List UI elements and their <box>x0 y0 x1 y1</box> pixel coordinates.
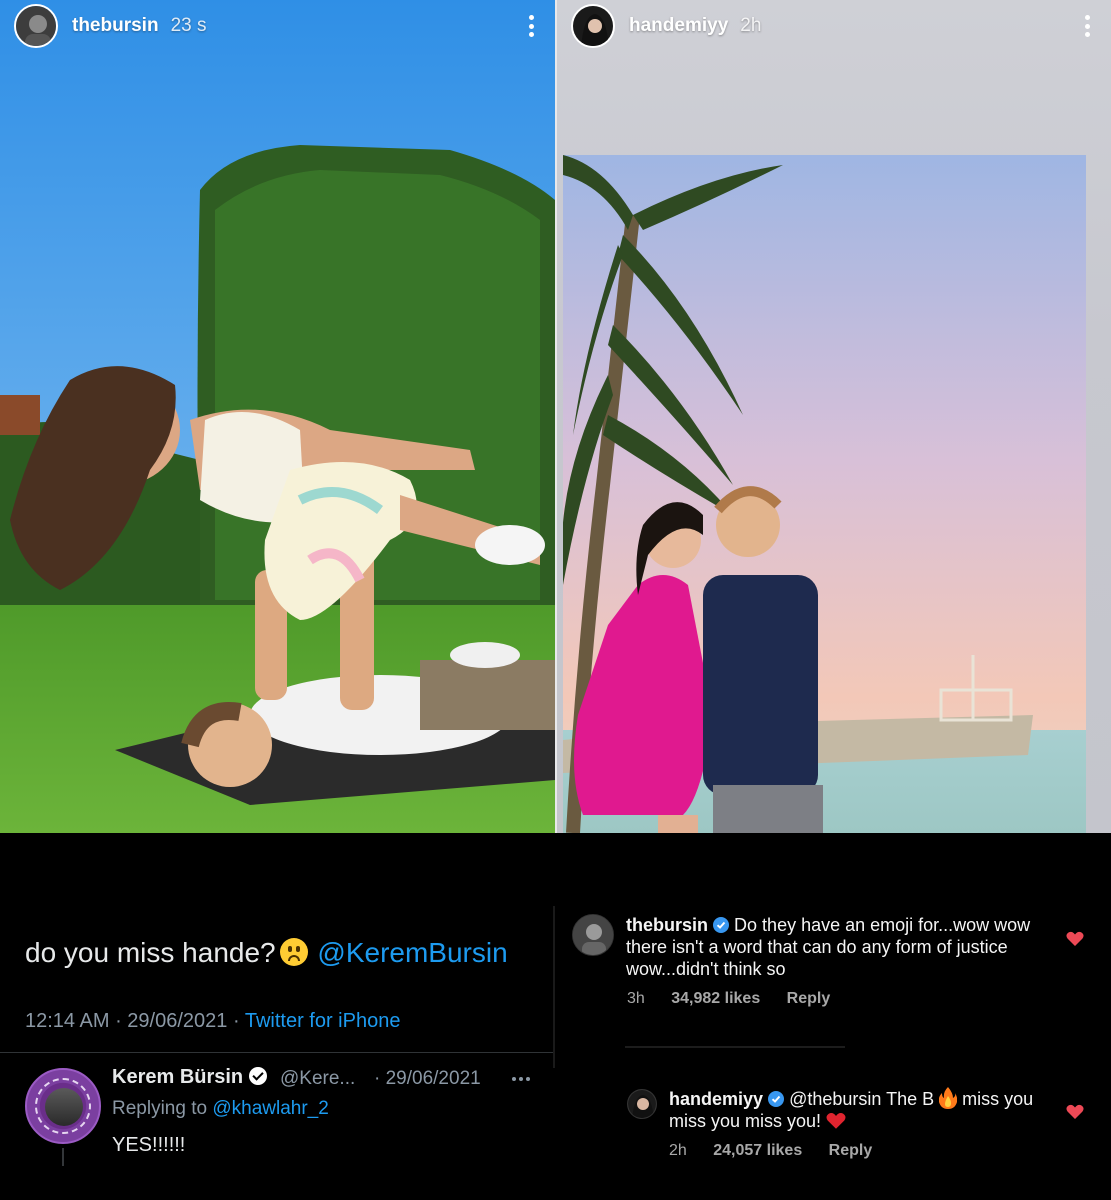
frowning-face-icon <box>279 938 308 966</box>
verified-badge-icon <box>768 1091 785 1107</box>
avatar[interactable] <box>572 914 614 956</box>
comment-likes[interactable]: 24,057 likes <box>713 1142 802 1159</box>
reply-body: YES!!!!!! <box>112 1134 186 1156</box>
story-username[interactable]: handemiyy <box>629 15 728 37</box>
story-timestamp: 2h <box>740 15 762 36</box>
comment-username[interactable]: thebursin <box>626 915 708 935</box>
verified-badge-icon <box>249 1067 268 1085</box>
story-left: thebursin 23 s <box>0 0 555 833</box>
thread-line <box>62 1148 64 1166</box>
reply-author-label: Kerem Bürsin <box>112 1066 244 1088</box>
tweet-body: do you miss hande? <box>25 937 276 968</box>
reply-button[interactable]: Reply <box>829 1142 873 1159</box>
story-timestamp: 23 s <box>170 15 207 36</box>
tweet-text: do you miss hande? @KeremBursin <box>25 937 508 969</box>
comment-age: 3h <box>627 990 645 1007</box>
view-replies-line <box>625 1046 845 1048</box>
tweet-date[interactable]: 29/06/2021 <box>127 1010 227 1032</box>
comment-age: 2h <box>669 1142 687 1159</box>
replying-to-label: Replying to <box>112 1098 208 1119</box>
red-heart-icon <box>826 1113 846 1129</box>
avatar[interactable] <box>627 1089 657 1119</box>
avatar[interactable] <box>25 1068 101 1144</box>
avatar[interactable] <box>14 4 58 48</box>
comment-username[interactable]: handemiyy <box>669 1089 763 1109</box>
tweet-time[interactable]: 12:14 AM <box>25 1010 110 1032</box>
more-options-icon[interactable] <box>521 13 541 39</box>
more-options-icon[interactable] <box>1077 13 1097 39</box>
divider <box>0 1052 553 1053</box>
replying-to-link[interactable]: @khawlahr_2 <box>212 1098 328 1119</box>
story-photo-park <box>0 0 555 833</box>
heart-liked-icon[interactable] <box>1066 931 1084 947</box>
reply-author-name[interactable]: Kerem Bürsin <box>112 1066 268 1089</box>
comment-meta: 3h 34,982 likes Reply <box>627 990 852 1008</box>
verified-badge-icon <box>713 917 730 933</box>
heart-liked-icon[interactable] <box>1066 1104 1084 1120</box>
story-right: handemiyy 2h <box>557 0 1111 833</box>
comment-2: handemiyy @thebursin The B miss you miss… <box>669 1087 1049 1132</box>
reply-button[interactable]: Reply <box>787 990 831 1007</box>
story-username[interactable]: thebursin <box>72 15 159 37</box>
comment-text-part-1: @thebursin The B <box>789 1089 935 1109</box>
story-photo-beach <box>563 155 1086 833</box>
story-header-right: handemiyy 2h <box>571 4 1097 48</box>
reply-author-handle[interactable]: @Kere... <box>280 1068 355 1090</box>
story-header-left: thebursin 23 s <box>14 4 541 48</box>
tweet-meta: 12:14 AM · 29/06/2021 · Twitter for iPho… <box>25 1010 401 1032</box>
avatar[interactable] <box>571 4 615 48</box>
replying-to: Replying to @khawlahr_2 <box>112 1098 329 1120</box>
more-options-icon[interactable] <box>512 1077 530 1081</box>
comment-meta: 2h 24,057 likes Reply <box>669 1142 894 1160</box>
comment-likes[interactable]: 34,982 likes <box>671 990 760 1007</box>
reply-date[interactable]: · 29/06/2021 <box>374 1068 481 1090</box>
fire-icon <box>939 1087 958 1109</box>
tweet-source-link[interactable]: Twitter for iPhone <box>245 1010 401 1032</box>
tweet-mention-link[interactable]: @KeremBursin <box>317 937 507 968</box>
comment-1: thebursin Do they have an emoji for...wo… <box>626 914 1046 980</box>
panel-divider <box>553 906 555 1068</box>
